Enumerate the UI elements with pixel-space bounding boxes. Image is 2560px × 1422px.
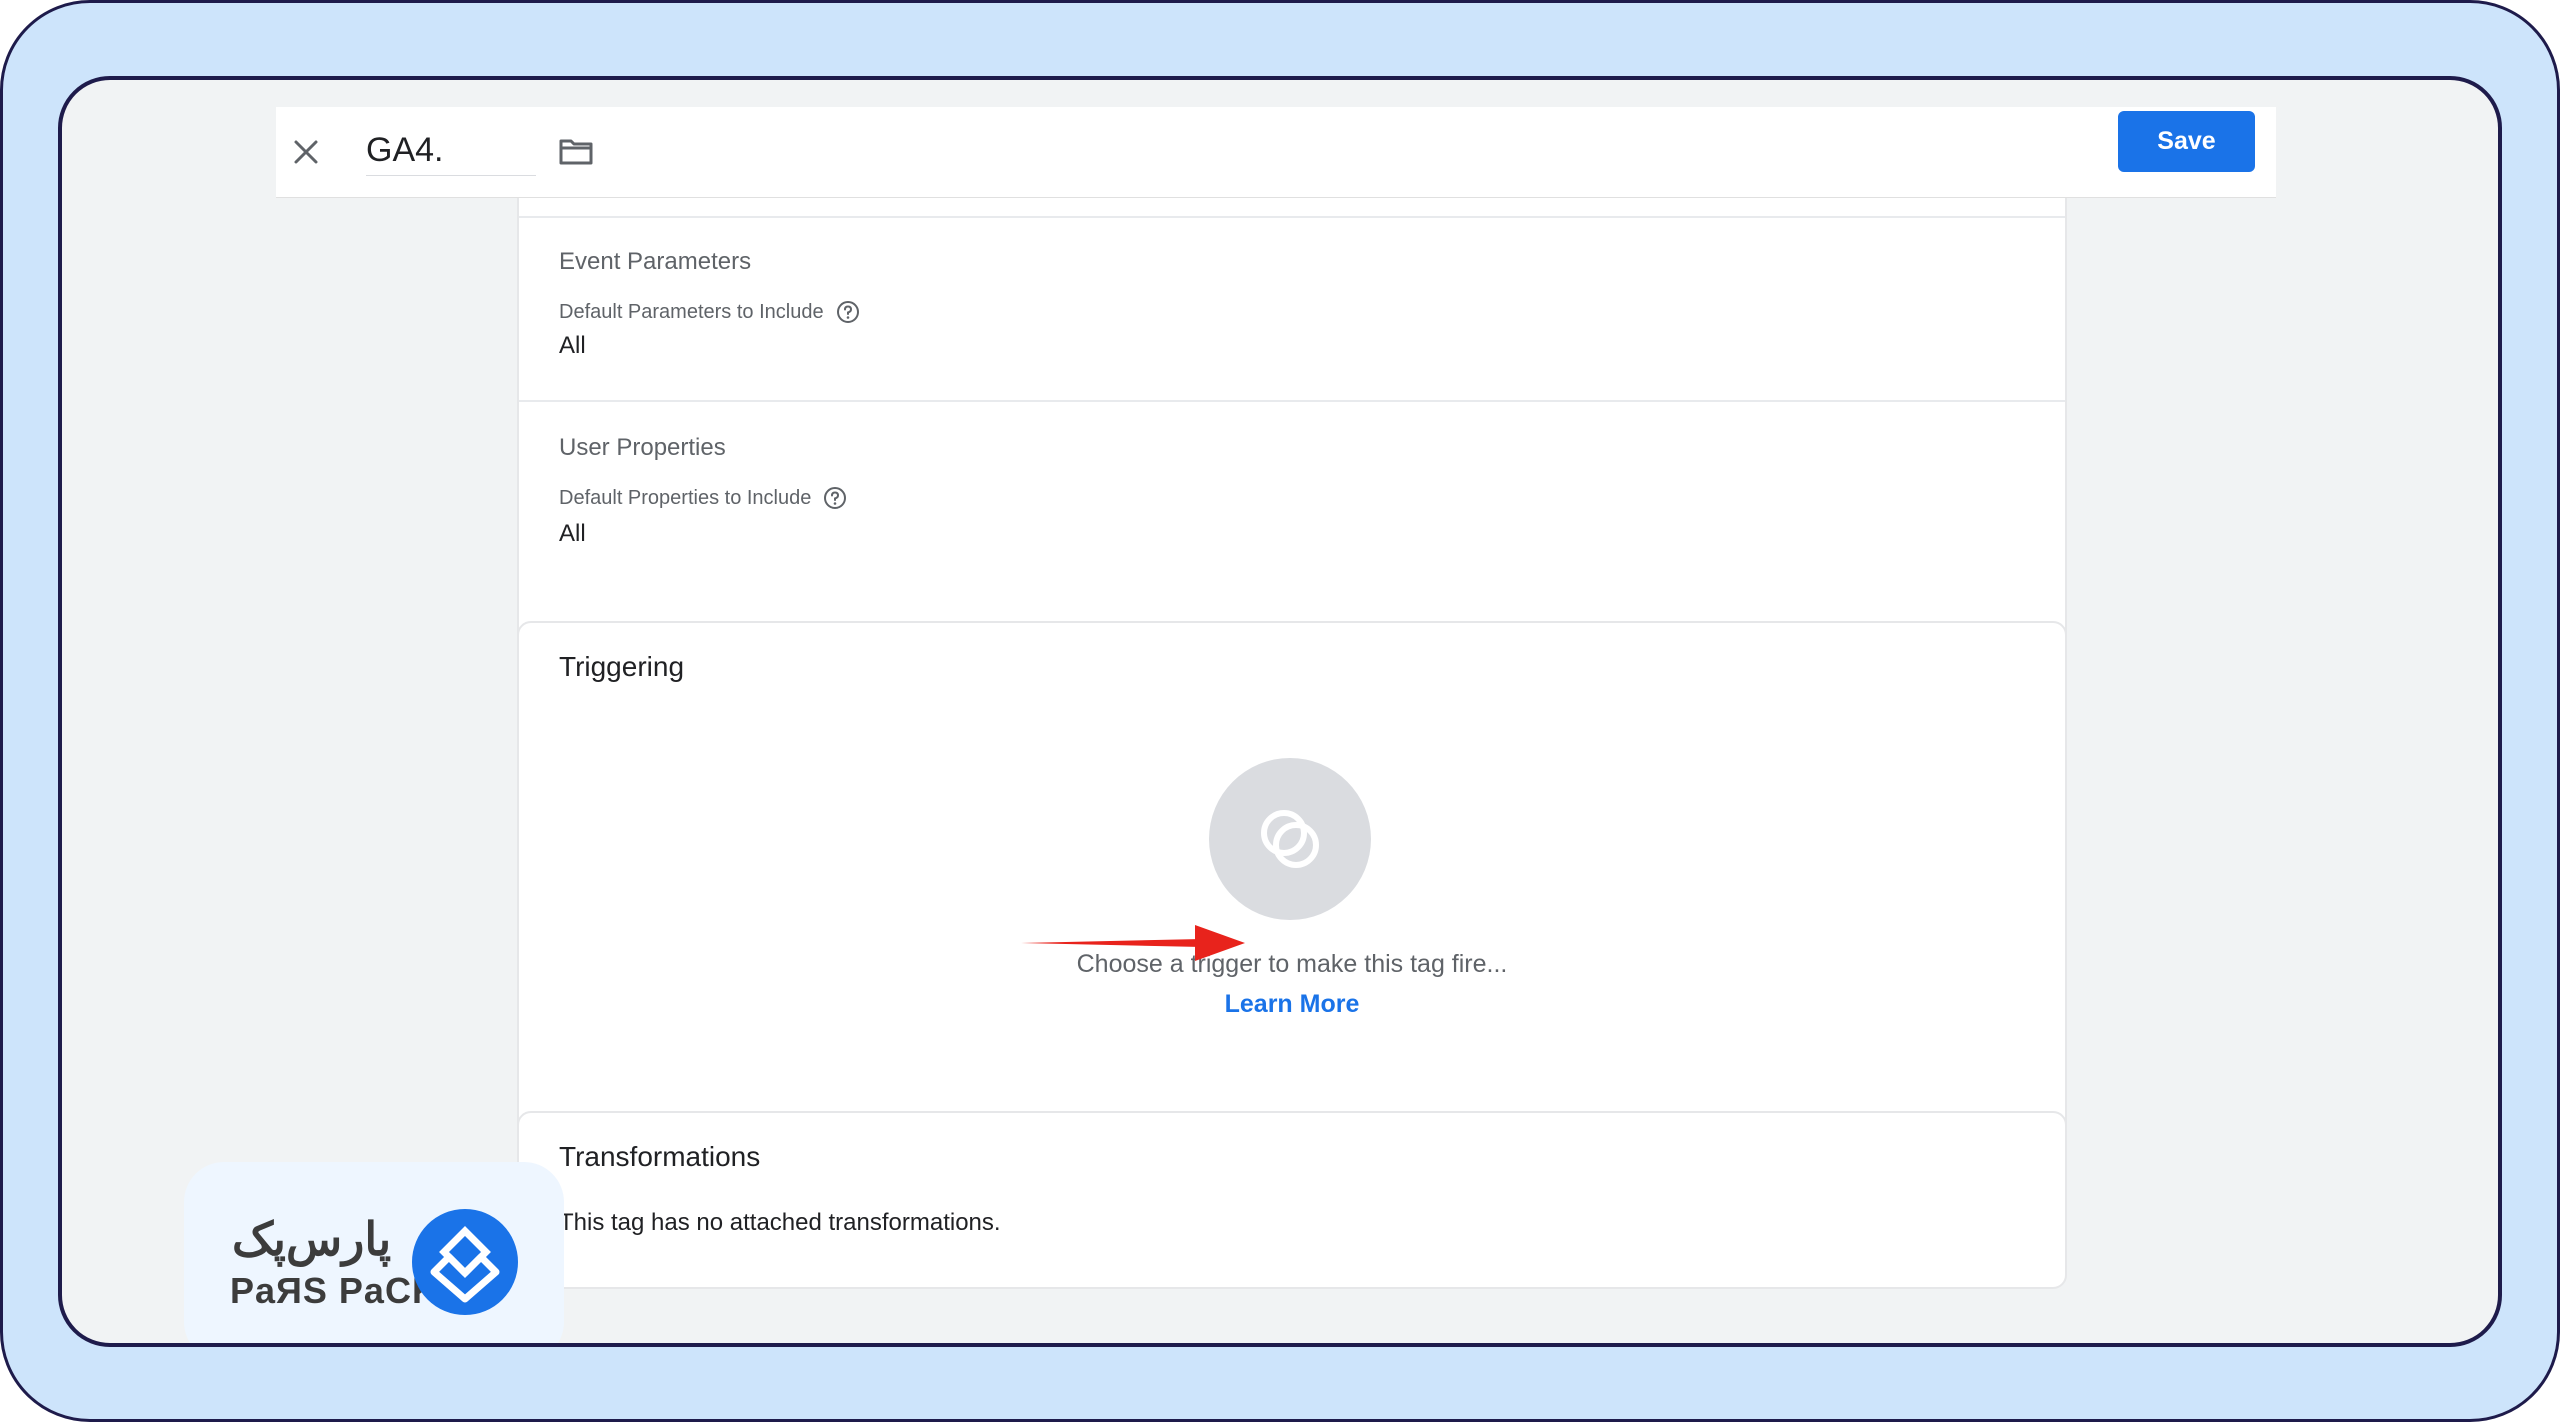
- logo-persian-text: پارس‌پک: [232, 1213, 392, 1265]
- divider: [519, 400, 2065, 402]
- divider: [519, 216, 2065, 218]
- triggering-card[interactable]: Triggering Choose a trigger to make this…: [517, 621, 2067, 1162]
- help-icon[interactable]: [823, 486, 847, 510]
- transformations-text: This tag has no attached transformations…: [559, 1209, 1001, 1236]
- folder-icon[interactable]: [556, 131, 596, 171]
- default-parameters-label: Default Parameters to Include: [559, 300, 860, 324]
- default-properties-label: Default Properties to Include: [559, 486, 847, 510]
- editor-toolbar: GA4. Save: [276, 107, 2276, 198]
- add-trigger-button[interactable]: [1209, 758, 1371, 920]
- annotation-arrow: [1021, 925, 1245, 961]
- trigger-icon: [1261, 810, 1319, 868]
- default-properties-value: All: [559, 520, 586, 547]
- user-properties-title: User Properties: [559, 434, 726, 461]
- transformations-card: Transformations This tag has no attached…: [517, 1111, 2067, 1289]
- default-parameters-value: All: [559, 332, 586, 359]
- triggering-title: Triggering: [559, 651, 685, 682]
- default-parameters-label-text: Default Parameters to Include: [559, 300, 824, 323]
- tag-configuration-card: Event Parameters Default Parameters to I…: [517, 198, 2067, 670]
- parspack-mark-icon: [412, 1209, 518, 1315]
- trigger-hint: Choose a trigger to make this tag fire..…: [1076, 950, 1508, 978]
- app-window: GA4. Save Event Parameters Default Param…: [58, 76, 2502, 1347]
- help-icon[interactable]: [836, 300, 860, 324]
- event-parameters-title: Event Parameters: [559, 248, 752, 275]
- tag-name-field[interactable]: GA4.: [366, 125, 536, 176]
- close-icon[interactable]: [286, 132, 326, 172]
- transformations-title: Transformations: [559, 1141, 761, 1172]
- save-button[interactable]: Save: [2118, 111, 2255, 172]
- learn-more-link[interactable]: Learn More: [519, 990, 2065, 1019]
- parspack-logo: پارس‌پک PaЯS PaCK: [184, 1162, 564, 1343]
- default-properties-label-text: Default Properties to Include: [559, 486, 812, 509]
- logo-english-text: PaЯS PaCK: [230, 1270, 439, 1311]
